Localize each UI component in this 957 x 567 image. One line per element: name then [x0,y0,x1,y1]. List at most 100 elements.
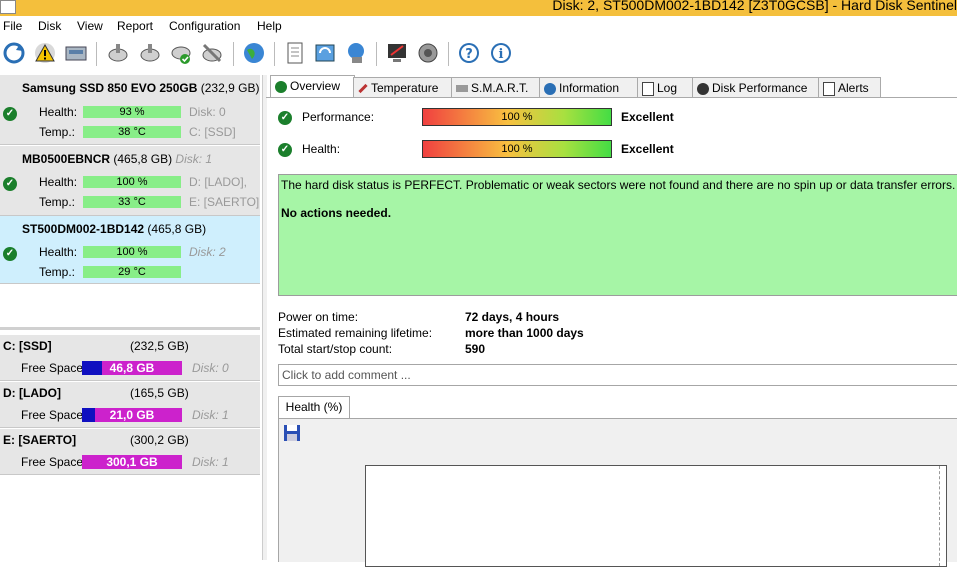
check-icon [275,80,287,93]
info-icon [544,82,556,95]
disk-volumes: D: [LADO], [189,175,248,189]
tab-log[interactable]: Log [637,77,694,98]
performance-rating: Excellent [621,110,674,124]
tab-disk-performance[interactable]: Disk Performance [692,77,820,98]
status-text: The hard disk status is PERFECT. Problem… [281,178,956,192]
lifetime-value: more than 1000 days [465,326,584,340]
action-text: No actions needed. [281,206,392,220]
tab-bar: Overview Temperature S.M.A.R.T. Informat… [266,75,957,98]
health-bar: 100 % [83,176,181,188]
tab-temperature[interactable]: Temperature [353,77,453,98]
volume-card[interactable]: D: [LADO] (165,5 GB) Free Space 21,0 GB … [0,382,260,428]
overview-panel: ✓ Performance: 100 % Excellent ✓ Health:… [266,97,957,567]
toolbar-separator [96,42,97,66]
volume-card[interactable]: C: [SSD] (232,5 GB) Free Space 46,8 GB D… [0,335,260,381]
volume-disk: Disk: 1 [192,455,229,469]
menu-report[interactable]: Report [117,19,153,33]
health-label: Health: [39,105,78,119]
volume-card[interactable]: E: [SAERTO] (300,2 GB) Free Space 300,1 … [0,429,260,475]
startstop-label: Total start/stop count: [278,342,393,356]
thermometer-icon [358,84,368,94]
refresh-icon[interactable] [2,41,26,65]
free-space-bar: 46,8 GB [82,361,182,375]
svg-text:i: i [499,47,504,62]
health-bar: 100 % [83,246,181,258]
disk-name: ST500DM002-1BD142 (465,8 GB) [22,222,207,236]
temp-label: Temp.: [39,125,76,139]
toolbar-separator [448,42,449,66]
info-icon[interactable]: i [489,41,513,65]
disk-tool-icon[interactable] [200,41,224,65]
drive-icon[interactable] [64,41,88,65]
speaker-icon[interactable] [416,41,440,65]
health-bar: 100 % [422,140,612,158]
volume-size: (300,2 GB) [130,433,189,447]
disk-check-icon[interactable] [169,41,193,65]
free-space-label: Free Space [21,408,84,422]
update-icon[interactable] [313,41,337,65]
menu-bar: File Disk View Report Configuration Help [0,16,957,37]
volume-name: D: [LADO] [3,386,61,400]
check-icon: ✓ [3,247,17,261]
disk-number: Disk: 2 [189,245,226,259]
health-chart-panel [278,418,957,567]
health-rating: Excellent [621,142,674,156]
disk-list-pane: Samsung SSD 850 EVO 250GB (232,9 GB) ✓ H… [0,75,262,560]
toolbar-separator [376,42,377,66]
free-space-label: Free Space [21,361,84,375]
title-bar: Disk: 2, ST500DM002-1BD142 [Z3T0GCSB] - … [0,0,957,16]
performance-bar: 100 % [422,108,612,126]
volume-name: C: [SSD] [3,339,52,353]
volume-name: E: [SAERTO] [3,433,77,447]
network-icon[interactable] [344,41,368,65]
disk-card[interactable]: MB0500EBNCR (465,8 GB) Disk: 1 ✓ Health:… [0,146,260,216]
report-icon[interactable] [385,41,409,65]
disk-card-selected[interactable]: ST500DM002-1BD142 (465,8 GB) ✓ Health: 1… [0,216,260,284]
comment-field[interactable]: Click to add comment ... [278,364,957,386]
alerts-icon [823,81,835,96]
menu-configuration[interactable]: Configuration [169,19,240,33]
app-icon[interactable] [0,0,16,14]
health-label: Health: [302,142,341,156]
gauge-icon [697,82,709,95]
pane-divider[interactable] [0,327,260,330]
help-icon[interactable]: ? [457,41,481,65]
power-on-value: 72 days, 4 hours [465,310,560,324]
temp-label: Temp.: [39,265,76,279]
drive-icon [456,85,468,93]
menu-disk[interactable]: Disk [38,19,61,33]
document-icon[interactable] [283,41,307,65]
startstop-value: 590 [465,342,486,356]
menu-file[interactable]: File [3,19,22,33]
globe-icon[interactable] [242,41,266,65]
status-box: The hard disk status is PERFECT. Problem… [278,174,957,296]
toolbar-separator [233,42,234,66]
toolbar: ? i [0,37,957,71]
check-icon: ✓ [3,177,17,191]
svg-text:?: ? [465,47,473,62]
volume-size: (165,5 GB) [130,386,189,400]
tab-information[interactable]: Information [539,77,639,98]
temp-bar: 38 °C [83,126,181,138]
disk-name: MB0500EBNCR (465,8 GB) Disk: 1 [22,152,213,166]
health-label: Health: [39,175,78,189]
tab-overview[interactable]: Overview [270,75,355,98]
volume-size: (232,5 GB) [130,339,189,353]
free-space-bar: 300,1 GB [82,455,182,469]
health-bar: 93 % [83,106,181,118]
menu-help[interactable]: Help [257,19,282,33]
free-space-label: Free Space [21,455,84,469]
free-space-bar: 21,0 GB [82,408,182,422]
disk-tool-icon[interactable] [138,41,162,65]
menu-view[interactable]: View [77,19,103,33]
lifetime-label: Estimated remaining lifetime: [278,326,433,340]
disk-card[interactable]: Samsung SSD 850 EVO 250GB (232,9 GB) ✓ H… [0,75,260,145]
disk-tool-icon[interactable] [106,41,130,65]
disk-number: Disk: 0 [189,105,226,119]
warning-icon[interactable] [33,41,57,65]
tab-health-chart[interactable]: Health (%) [278,396,350,418]
power-on-label: Power on time: [278,310,359,324]
tab-smart[interactable]: S.M.A.R.T. [451,77,541,98]
save-icon[interactable] [283,424,301,442]
tab-alerts[interactable]: Alerts [818,77,881,98]
